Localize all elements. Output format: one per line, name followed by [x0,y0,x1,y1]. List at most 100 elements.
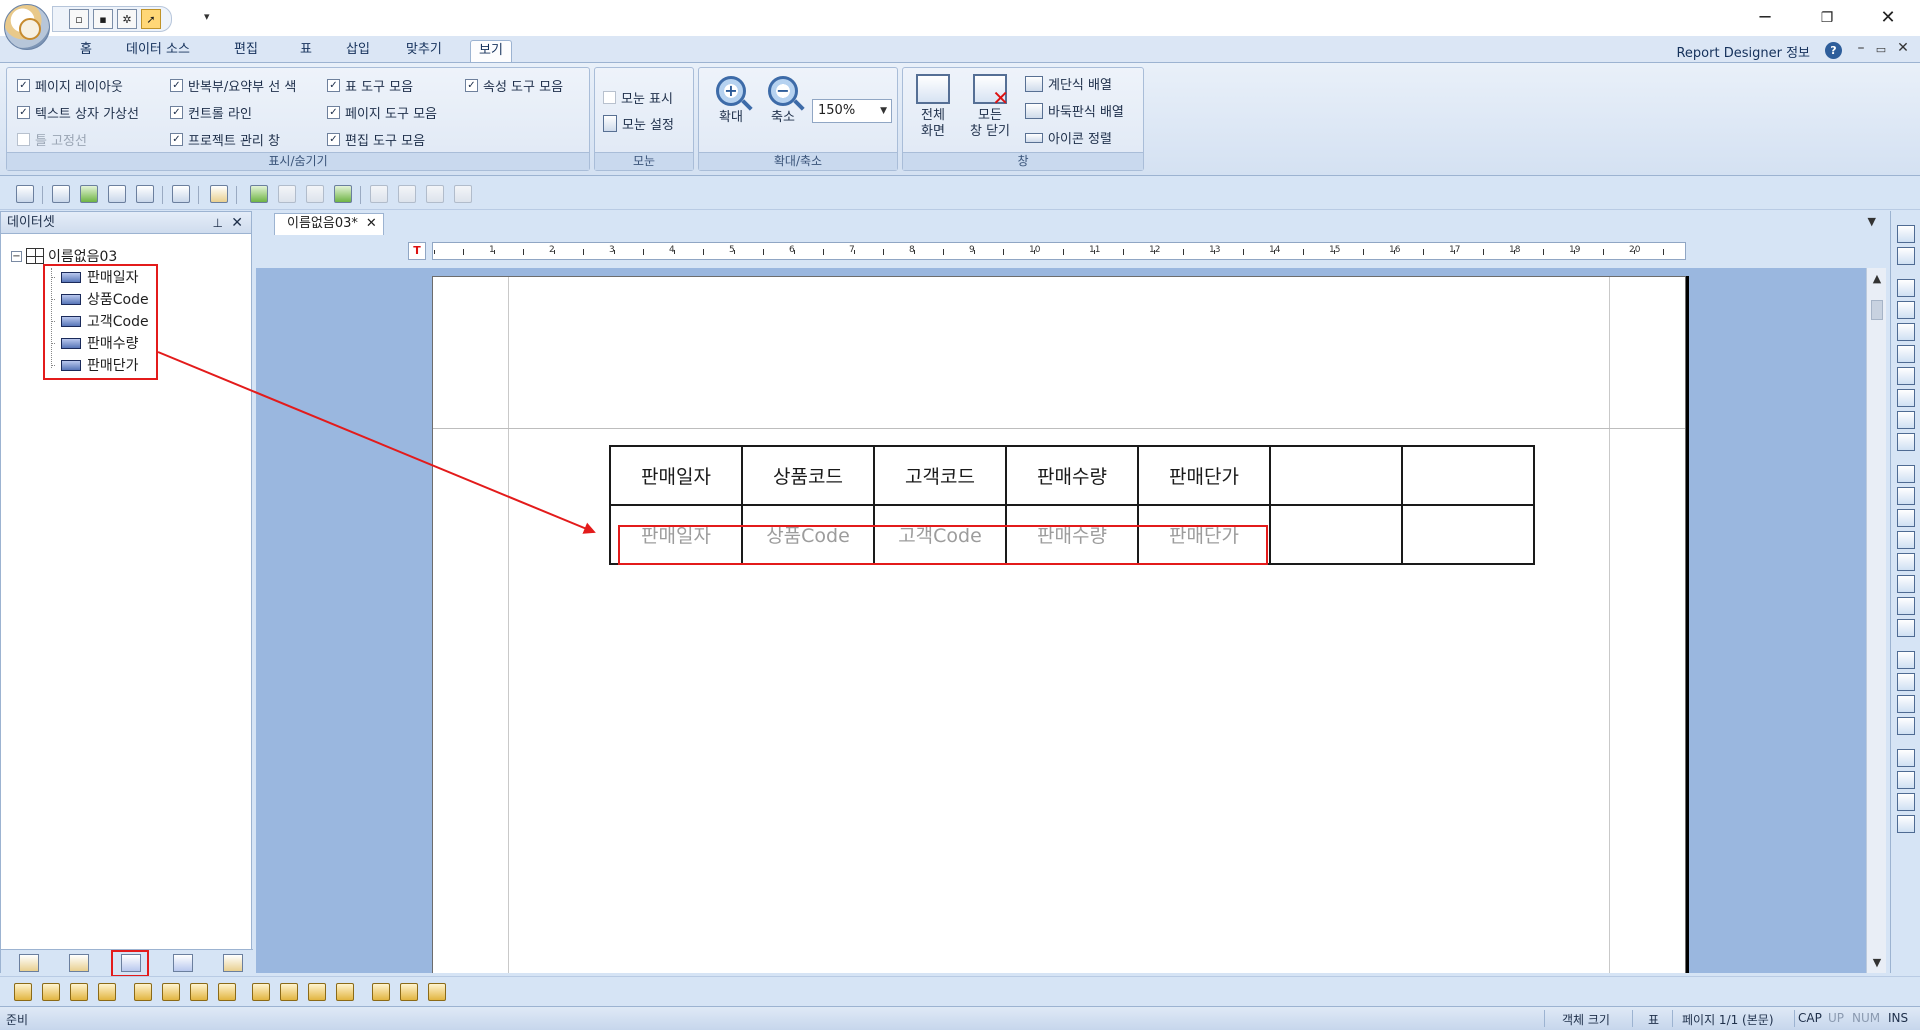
tab-home[interactable]: 홈 [72,40,100,62]
cell-merge-icon[interactable] [1897,279,1915,297]
send-back-icon[interactable] [400,983,418,1001]
scroll-down-icon[interactable]: ▼ [1867,956,1887,969]
column-select-icon[interactable] [1897,619,1915,637]
close-button[interactable]: ✕ [1873,6,1903,30]
grid-link-icon[interactable] [1897,771,1915,789]
add-data-icon[interactable] [80,185,98,203]
page-layout-checkbox[interactable]: ✓ 페이지 레이아웃 [17,76,123,95]
textbox-guideline-checkbox[interactable]: ✓ 텍스트 상자 가상선 [17,103,139,122]
add-column-icon[interactable] [1897,673,1915,691]
project-icon[interactable] [16,185,34,203]
close-tab-icon[interactable]: ✕ [366,214,377,235]
split-cell-icon[interactable] [1897,323,1915,341]
tab-align[interactable]: 맞추기 [398,40,450,62]
arrange-icons-button[interactable]: 아이콘 정렬 [1025,128,1112,147]
group-icon[interactable] [428,983,446,1001]
row-delete-icon[interactable] [1897,531,1915,549]
dataset-root[interactable]: − 이름없음03 [11,246,117,266]
freeze-line-checkbox[interactable]: 틀 고정선 [17,130,87,149]
cascade-button[interactable]: 계단식 배열 [1025,74,1112,93]
column-insert-icon[interactable] [1897,575,1915,593]
pin-icon[interactable]: ⊥ [213,212,223,234]
cell-style-icon[interactable] [1897,411,1915,429]
zoom-in-button[interactable]: + 확대 [711,76,751,126]
header-cell[interactable]: 판매수량 [1005,445,1139,506]
header-cell[interactable] [1269,445,1403,506]
restore-button[interactable]: ❐ [1812,6,1842,30]
settings-icon[interactable]: ✲ [117,9,137,29]
scroll-thumb[interactable] [1871,300,1883,320]
space-vertical-icon[interactable] [308,983,326,1001]
fullscreen-button[interactable]: 전체 화면 [911,74,955,140]
project-manager-checkbox[interactable]: ✓ 프로젝트 관리 창 [170,130,280,149]
tab-list-dropdown-icon[interactable]: ▼ [1868,215,1876,228]
report-designer-info[interactable]: Report Designer 정보 [1676,42,1810,61]
close-all-windows-button[interactable]: ✕ 모든 창 닫기 [963,74,1017,140]
edit-toolbar-checkbox[interactable]: ✓ 편집 도구 모음 [327,130,425,149]
table-grid-icon[interactable] [1897,225,1915,243]
show-grid-checkbox[interactable]: 모눈 표시 [603,88,673,107]
last-page-icon[interactable] [454,185,472,203]
row-select-icon[interactable] [1897,553,1915,571]
first-page-icon[interactable] [370,185,388,203]
pointer-icon[interactable]: ➚ [141,9,161,29]
table-layout-icon[interactable] [1897,465,1915,483]
report-icon[interactable] [210,185,228,203]
grid-copy-icon[interactable] [1897,815,1915,833]
help-icon[interactable]: ? [1825,42,1842,59]
mdi-close-button[interactable]: ✕ [1895,40,1911,56]
zoom-out-button[interactable]: − 축소 [763,76,803,126]
ruler-corner[interactable]: T [408,242,426,260]
save-icon[interactable]: ▪ [93,9,113,29]
grid-settings-button[interactable]: 모눈 설정 [603,114,674,133]
space-equal-icon[interactable] [336,983,354,1001]
new-page-icon[interactable] [334,185,352,203]
same-size-icon[interactable] [252,983,270,1001]
document-tab[interactable]: 이름없음03* ✕ [274,213,384,235]
report-page[interactable]: 판매일자 상품코드 고객코드 판매수량 판매단가 판매일자 상품Code 고객C… [432,276,1686,973]
align-left-icon[interactable] [14,983,32,1001]
page-toolbar-checkbox[interactable]: ✓ 페이지 도구 모음 [327,103,437,122]
cell-format-icon[interactable] [1897,433,1915,451]
close-icon[interactable]: ✕ [231,212,243,234]
table-toolbar-checkbox[interactable]: ✓ 표 도구 모음 [327,76,413,95]
tab-view[interactable]: 보기 [470,40,512,62]
dataset-icon[interactable] [52,185,70,203]
center-horizontal-icon[interactable] [134,983,152,1001]
control-line-checkbox[interactable]: ✓ 컨트롤 라인 [170,103,252,122]
report-tab-icon[interactable] [173,954,193,972]
add-page-icon[interactable] [250,185,268,203]
tile-button[interactable]: 바둑판식 배열 [1025,101,1124,120]
tab-data-source[interactable]: 데이터 소스 [118,40,198,62]
diagonal-line-icon[interactable] [1897,301,1915,319]
border-icon[interactable] [1897,389,1915,407]
same-width-icon[interactable] [190,983,208,1001]
table-props-icon[interactable] [1897,717,1915,735]
field-icon[interactable] [136,185,154,203]
table-insert-icon[interactable] [1897,247,1915,265]
header-cell[interactable]: 판매일자 [609,445,743,506]
app-menu-button[interactable] [4,4,50,50]
data-cell[interactable] [1269,504,1403,565]
insert-page-icon[interactable] [278,185,296,203]
minimize-button[interactable]: ─ [1750,6,1780,30]
next-page-icon[interactable] [426,185,444,203]
header-cell[interactable]: 상품코드 [741,445,875,506]
prev-page-icon[interactable] [398,185,416,203]
settings-tab-icon[interactable] [223,954,243,972]
data-cell[interactable] [1401,504,1535,565]
tab-table[interactable]: 표 [292,40,320,62]
grid-check-icon[interactable] [1897,793,1915,811]
chart-icon[interactable] [1897,749,1915,767]
property-toolbar-checkbox[interactable]: ✓ 속성 도구 모음 [465,76,563,95]
mdi-minimize-button[interactable]: – [1853,40,1869,56]
table-color-icon[interactable] [1897,695,1915,713]
center-vertical-icon[interactable] [162,983,180,1001]
align-bottom-icon[interactable] [98,983,116,1001]
align-top-icon[interactable] [42,983,60,1001]
align-right-icon[interactable] [70,983,88,1001]
properties-tab-icon[interactable] [19,954,39,972]
table-fill-icon[interactable] [1897,487,1915,505]
column-delete-icon[interactable] [1897,597,1915,615]
print-preview-icon[interactable] [172,185,190,203]
